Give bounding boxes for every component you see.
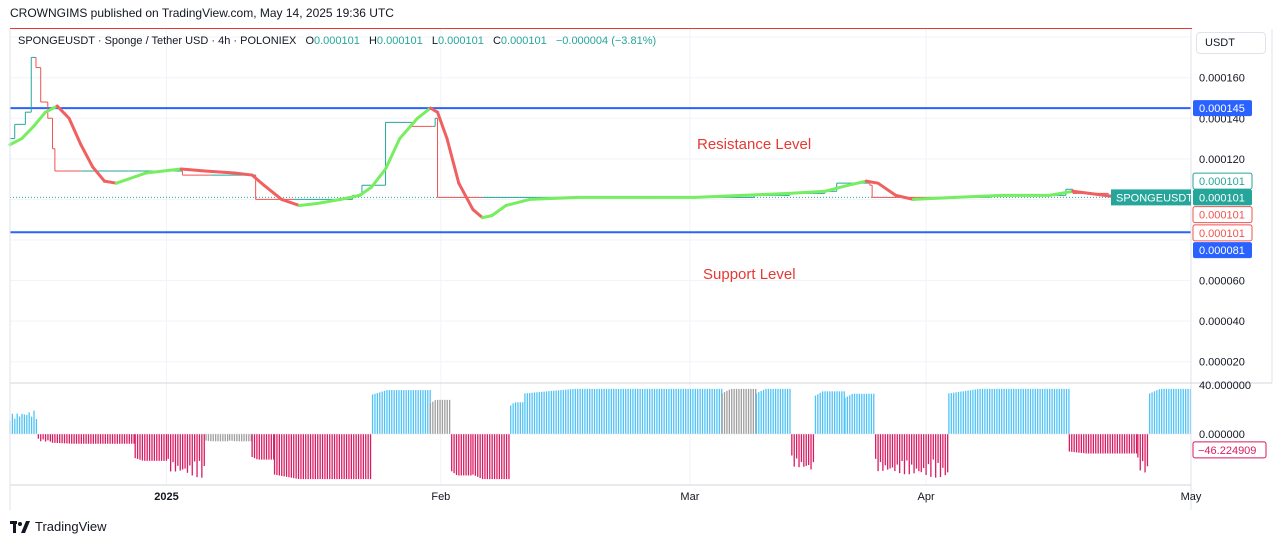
- moving-average-segment: [144, 169, 166, 175]
- low-value: 0.000101: [437, 35, 484, 47]
- moving-average-segment: [693, 193, 744, 199]
- price-series: [10, 56, 1121, 200]
- moving-average-segment: [114, 177, 130, 185]
- tradingview-logo-icon: [10, 520, 30, 533]
- moving-average-segment: [504, 197, 532, 207]
- moving-average-segment: [32, 110, 47, 128]
- moving-average-segment: [297, 201, 319, 207]
- moving-average-segment: [911, 195, 957, 201]
- high-value: 0.000101: [376, 35, 423, 47]
- moving-average-segment: [179, 167, 207, 173]
- x-axis-tick-label: Apr: [918, 491, 935, 503]
- moving-average-segment: [876, 181, 898, 197]
- oscillator-tick-label: 40.000000: [1199, 380, 1251, 392]
- moving-average-segment: [20, 124, 36, 141]
- y-axis-tick-label: 0.000160: [1199, 73, 1245, 85]
- moving-average-segment: [91, 165, 106, 183]
- moving-average-segment: [203, 169, 236, 175]
- symbol-name: SPONGEUSDT · Sponge / Tether USD · 4h · …: [18, 35, 297, 47]
- tradingview-footer[interactable]: TradingView: [10, 519, 107, 534]
- y-axis-tick-label: 0.000120: [1199, 154, 1245, 166]
- moving-average-segment: [398, 116, 419, 141]
- moving-average-segment: [358, 185, 373, 197]
- symbol-legend: SPONGEUSDT · Sponge / Tether USD · 4h · …: [18, 35, 656, 47]
- high-label: H: [368, 35, 377, 47]
- price-label-text: 0.000101: [1199, 228, 1245, 240]
- moving-average-segment: [1047, 189, 1075, 197]
- moving-average-segment: [315, 197, 343, 205]
- moving-average-segment: [894, 193, 915, 201]
- moving-average-segment: [162, 167, 183, 173]
- oscillator-value-text: −46.224909: [1198, 445, 1256, 457]
- moving-average-line: [8, 104, 1122, 220]
- moving-average-segment: [280, 197, 301, 207]
- moving-average-segment: [262, 183, 284, 201]
- moving-average-segment: [847, 179, 868, 187]
- moving-average-segment: [43, 104, 59, 114]
- moving-average-segment: [415, 106, 432, 120]
- oscillator-histogram: [9, 388, 1192, 480]
- moving-average-segment: [339, 193, 362, 201]
- moving-average-segment: [369, 167, 388, 189]
- moving-average-segment: [8, 137, 24, 147]
- moving-average-segment: [953, 193, 1004, 199]
- moving-average-segment: [864, 179, 880, 185]
- currency-unit-button[interactable]: USDT: [1196, 32, 1266, 54]
- moving-average-segment: [445, 137, 461, 185]
- moving-average-segment: [79, 143, 95, 169]
- moving-average-segment: [436, 110, 449, 141]
- moving-average-segment: [250, 173, 266, 187]
- y-axis-tick-label: 0.000020: [1199, 357, 1245, 369]
- symbol-tag-text: SPONGEUSDT: [1116, 192, 1193, 204]
- support-annotation: Support Level: [703, 266, 796, 283]
- open-label: O: [305, 35, 314, 47]
- moving-average-segment: [67, 116, 83, 147]
- moving-average-segment: [457, 181, 475, 212]
- close-value: 0.000101: [500, 35, 547, 47]
- price-label-text: 0.000145: [1199, 103, 1245, 115]
- moving-average-segment: [490, 204, 508, 218]
- y-axis-tick-label: 0.000060: [1199, 276, 1245, 288]
- price-label-text: 0.000101: [1199, 210, 1245, 222]
- tradingview-logo-text: TradingView: [35, 519, 107, 534]
- price-label-text: 0.000101: [1199, 176, 1245, 188]
- moving-average-segment: [232, 171, 254, 177]
- x-axis-tick-label: May: [1181, 491, 1202, 503]
- close-label: C: [492, 35, 501, 47]
- moving-average-segment: [102, 179, 118, 185]
- moving-average-segment: [384, 137, 402, 171]
- price-label-text: 0.000101: [1199, 192, 1245, 204]
- y-axis-tick-label: 0.000040: [1199, 316, 1245, 328]
- x-axis-tick-label: 2025: [154, 491, 178, 503]
- change-value: −0.000004 (−3.81%): [555, 35, 657, 47]
- moving-average-segment: [528, 195, 579, 201]
- x-axis-labels: 2025 Feb Mar Apr May: [154, 491, 1202, 503]
- resistance-annotation: Resistance Level: [697, 136, 812, 153]
- x-axis-tick-label: Mar: [680, 491, 699, 503]
- moving-average-segment: [126, 171, 148, 181]
- moving-average-segment: [740, 191, 791, 197]
- oscillator-tick-label: 0.000000: [1199, 429, 1245, 441]
- chart-canvas[interactable]: 0.0001800.0001600.0001400.0001200.000060…: [0, 0, 1281, 546]
- price-label-text: 0.000081: [1199, 245, 1245, 257]
- moving-average-segment: [787, 189, 827, 195]
- moving-average-segment: [471, 208, 484, 220]
- open-value: 0.000101: [314, 35, 360, 47]
- x-axis-tick-label: Feb: [431, 491, 450, 503]
